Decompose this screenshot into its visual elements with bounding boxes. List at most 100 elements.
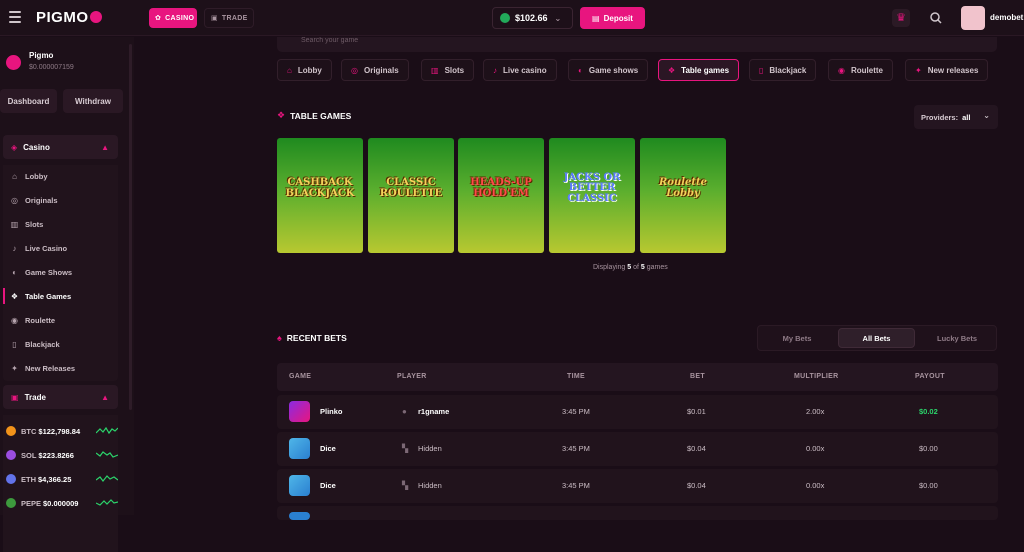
sidebar-item-label: Lobby	[25, 171, 48, 181]
game-card-roulette-lobby[interactable]: Roulette Lobby	[640, 138, 726, 253]
tab-my-bets[interactable]: My Bets	[760, 328, 834, 348]
game-title: CLASSIC ROULETTE	[379, 177, 443, 199]
table-row[interactable]: Dice ▚ Hidden 3:45 PM $0.04 0.00x $0.00	[277, 469, 998, 503]
sidebar-item-game-shows[interactable]: ◐ Game Shows	[10, 265, 72, 279]
sidebar-item-label: Roulette	[25, 315, 55, 325]
row-multiplier: 2.00x	[806, 407, 825, 416]
ticker-pepe[interactable]: PEPE $0.000009	[6, 496, 118, 510]
row-payout: $0.00	[919, 481, 938, 490]
game-card-jacks-or-better[interactable]: JACKS OR BETTER CLASSIC	[549, 138, 635, 253]
tab-all-bets[interactable]: All Bets	[838, 328, 915, 348]
tab-table-games[interactable]: ❖ Table games	[658, 59, 740, 81]
bet-tabs: My Bets All Bets Lucky Bets	[757, 325, 997, 351]
ticker-price: $0.000009	[43, 498, 79, 508]
sidebar: Pigmo $0.000007159 Dashboard Withdraw ◈ …	[0, 37, 134, 552]
game-title: JACKS OR BETTER CLASSIC	[563, 171, 621, 204]
tab-live-casino[interactable]: ♪ Live casino	[483, 59, 557, 81]
ticker-eth[interactable]: ETH $4,366.25	[6, 472, 118, 486]
balance-selector[interactable]: $102.66 ⌄	[492, 7, 573, 29]
tab-new-releases[interactable]: ✦ New releases	[905, 59, 989, 81]
sidebar-item-label: Table Games	[25, 291, 72, 301]
tab-label: Table games	[681, 65, 730, 75]
row-time: 3:45 PM	[562, 481, 590, 490]
bets-table-header: GAME PLAYER TIME BET MULTIPLIER PAYOUT	[277, 363, 998, 391]
ticker-symbol: SOL	[21, 450, 37, 460]
tab-label: Live casino	[503, 65, 547, 75]
sidebar-item-roulette[interactable]: ◉ Roulette	[10, 313, 55, 327]
sidebar-item-label: Live Casino	[25, 243, 68, 253]
sidebar-item-slots[interactable]: ▥ Slots	[10, 217, 44, 231]
sidebar-item-new-releases[interactable]: ✦ New Releases	[10, 361, 75, 375]
chevron-up-icon: ▲	[101, 143, 109, 152]
microphone-icon: ♪	[493, 65, 497, 75]
pig-coin-icon	[6, 55, 21, 70]
eth-icon	[6, 474, 16, 484]
nav-casino[interactable]: ✿ CASINO	[149, 8, 197, 28]
sparkline	[96, 426, 118, 435]
table-row[interactable]: Dice ▚ Hidden 3:45 PM $0.04 0.00x $0.00	[277, 432, 998, 466]
displaying-suffix: games	[646, 264, 668, 271]
logo[interactable]: PIGMO	[36, 9, 102, 26]
row-bet: $0.04	[687, 444, 706, 453]
sidebar-item-label: Originals	[25, 195, 58, 205]
avatar[interactable]	[961, 6, 985, 30]
trade-icon: ▣	[11, 392, 19, 402]
column-header-multiplier: MULTIPLIER	[794, 373, 839, 380]
table-games-icon: ❖	[277, 110, 286, 120]
sidebar-item-blackjack[interactable]: ▯ Blackjack	[10, 337, 59, 351]
sidebar-scrollbar[interactable]	[129, 44, 132, 410]
sidebar-item-lobby[interactable]: ⌂ Lobby	[10, 169, 48, 183]
providers-dropdown[interactable]: Providers: all ⌄	[914, 105, 998, 129]
roulette-icon: ◉	[838, 65, 845, 75]
table-row[interactable]: Plinko ● r1gname 3:45 PM $0.01 2.00x $0.…	[277, 395, 998, 429]
ticker-btc[interactable]: BTC $122,798.84	[6, 424, 118, 438]
nav-trade-label: TRADE	[221, 14, 248, 22]
sidebar-trade-header[interactable]: ▣ Trade ▲	[3, 385, 118, 409]
sidebar-item-originals[interactable]: ◎ Originals	[10, 193, 58, 207]
row-time: 3:45 PM	[562, 407, 590, 416]
crown-icon[interactable]: ♛	[892, 9, 910, 27]
hidden-user-icon: ▚	[402, 481, 409, 490]
sidebar-item-table-games[interactable]: ❖ Table Games	[10, 289, 71, 303]
tab-lobby[interactable]: ⌂ Lobby	[277, 59, 332, 81]
column-header-bet: BET	[690, 373, 705, 380]
btc-icon	[6, 426, 16, 436]
game-shows-icon: ◐	[578, 65, 583, 75]
search-icon[interactable]	[929, 11, 943, 25]
ticker-price: $122,798.84	[38, 426, 81, 436]
game-card-classic-roulette[interactable]: CLASSIC ROULETTE	[368, 138, 454, 253]
tab-label: Originals	[363, 65, 399, 75]
displaying-total: 5	[640, 264, 645, 271]
tab-roulette[interactable]: ◉ Roulette	[828, 59, 893, 81]
nav-trade[interactable]: ▣ TRADE	[204, 8, 254, 28]
tab-lucky-bets[interactable]: Lucky Bets	[919, 328, 995, 348]
game-card-heads-up-holdem[interactable]: HEADS-UP HOLD'EM	[458, 138, 544, 253]
tab-label: Game shows	[588, 65, 639, 75]
ticker-sol[interactable]: SOL $223.8266	[6, 448, 118, 462]
withdraw-button[interactable]: Withdraw	[63, 89, 123, 113]
nav-casino-label: CASINO	[165, 14, 195, 22]
game-title: CASHBACK BLACKJACK	[285, 177, 355, 199]
sidebar-item-live-casino[interactable]: ♪ Live Casino	[10, 241, 68, 255]
column-header-payout: PAYOUT	[915, 373, 945, 380]
deposit-button[interactable]: ▤ Deposit	[580, 7, 645, 29]
displaying-shown: 5	[627, 264, 632, 271]
tab-slots[interactable]: ▥ Slots	[421, 59, 475, 81]
new-releases-icon: ✦	[11, 363, 18, 373]
sidebar-casino-header[interactable]: ◈ Casino ▲	[3, 135, 118, 159]
dashboard-button[interactable]: Dashboard	[0, 89, 57, 113]
search-input[interactable]: Search your game	[277, 37, 997, 52]
chevron-down-icon: ⌄	[554, 13, 562, 23]
casino-chip-icon: ✿	[155, 15, 162, 22]
sidebar-casino-label: Casino	[23, 142, 50, 152]
tab-originals[interactable]: ◎ Originals	[341, 59, 409, 81]
tab-blackjack[interactable]: ▯ Blackjack	[749, 59, 817, 81]
username[interactable]: demobet	[990, 13, 1023, 22]
menu-icon[interactable]	[9, 11, 21, 23]
tab-game-shows[interactable]: ◐ Game shows	[568, 59, 649, 81]
new-releases-icon: ✦	[915, 65, 922, 75]
table-row[interactable]	[277, 506, 998, 520]
sidebar-trade-label: Trade	[24, 392, 46, 402]
slots-icon: ▥	[10, 219, 19, 229]
game-card-cashback-blackjack[interactable]: CASHBACK BLACKJACK	[277, 138, 363, 253]
